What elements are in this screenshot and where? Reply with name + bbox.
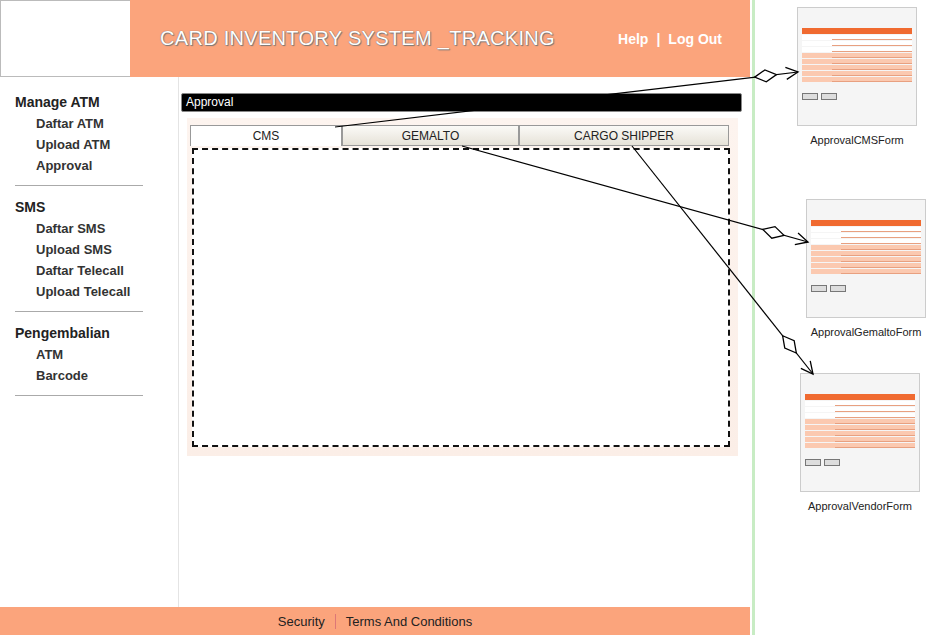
preview-header xyxy=(805,394,915,400)
association-arrow xyxy=(462,146,810,248)
preview-button xyxy=(802,93,818,100)
sidebar-item[interactable]: Upload Telecall xyxy=(15,281,143,302)
preview-row xyxy=(811,251,921,256)
tab[interactable]: CMS xyxy=(190,125,342,146)
form-preview xyxy=(806,199,926,318)
form-label: ApprovalGemaltoForm xyxy=(811,326,922,338)
preview-row xyxy=(802,71,912,76)
link-separator: | xyxy=(656,31,660,47)
sidebar-item[interactable]: Daftar SMS xyxy=(15,218,143,239)
preview-button xyxy=(824,459,840,466)
arrowhead-icon xyxy=(785,66,798,79)
preview-row xyxy=(802,77,912,82)
preview-row xyxy=(811,269,921,274)
sidebar-item[interactable]: Upload SMS xyxy=(15,239,143,260)
preview-row xyxy=(802,65,912,70)
main-content: Approval CMSGEMALTOCARGO SHIPPER xyxy=(179,77,750,607)
tab[interactable]: CARGO SHIPPER xyxy=(519,125,729,146)
form-preview xyxy=(797,7,917,126)
diamond-icon xyxy=(761,224,785,241)
header-links: Help | Log Out xyxy=(618,0,750,77)
preview-header xyxy=(802,28,912,34)
sidebar-item[interactable]: Barcode xyxy=(15,365,143,386)
form-label: ApprovalVendorForm xyxy=(808,500,912,512)
preview-row xyxy=(811,233,921,238)
header: CARD INVENTORY SYSTEM _TRACKINGHelp | Log … xyxy=(0,0,750,77)
arrows-overlay xyxy=(0,0,926,635)
preview-row xyxy=(811,263,921,268)
diamond-icon xyxy=(754,69,777,84)
tab-content xyxy=(192,148,730,447)
sidebar-item[interactable]: Daftar ATM xyxy=(15,113,143,134)
sidebar-item[interactable]: ATM xyxy=(15,344,143,365)
preview-row xyxy=(811,227,921,232)
preview-row xyxy=(811,257,921,262)
preview-row xyxy=(811,239,921,244)
sidebar: Manage ATMDaftar ATMUpload ATMApprovalSM… xyxy=(0,77,179,607)
preview-header xyxy=(811,220,921,226)
preview-row xyxy=(805,413,915,418)
sidebar-group: SMSDaftar SMSUpload SMSDaftar TelecallUp… xyxy=(15,186,143,312)
preview-buttons xyxy=(802,93,912,100)
arrowhead-icon xyxy=(795,233,810,248)
preview-button xyxy=(830,285,846,292)
footer-link[interactable]: Terms And Conditions xyxy=(335,614,482,629)
preview-row xyxy=(802,35,912,40)
form-thumbnail: ApprovalGemaltoForm xyxy=(801,199,926,338)
header-link[interactable]: Log Out xyxy=(668,31,722,47)
preview-row xyxy=(805,437,915,442)
preview-row xyxy=(805,425,915,430)
association-arrow xyxy=(335,66,799,127)
preview-row xyxy=(811,245,921,250)
sidebar-group-title: Pengembalian xyxy=(15,323,143,344)
tab[interactable]: GEMALTO xyxy=(342,125,519,146)
sidebar-item[interactable]: Approval xyxy=(15,155,143,176)
divider xyxy=(752,0,755,635)
sidebar-group: Manage ATMDaftar ATMUpload ATMApproval xyxy=(15,81,143,186)
page: CARD INVENTORY SYSTEM _TRACKINGHelp | Log … xyxy=(0,0,926,635)
sidebar-item[interactable]: Daftar Telecall xyxy=(15,260,143,281)
preview-row xyxy=(802,47,912,52)
footer: SecurityTerms And Conditions xyxy=(0,607,750,635)
preview-row xyxy=(802,41,912,46)
preview-buttons xyxy=(805,459,915,466)
sidebar-item[interactable]: Upload ATM xyxy=(15,134,143,155)
preview-row xyxy=(805,431,915,436)
preview-button xyxy=(811,285,827,292)
preview-row xyxy=(802,53,912,58)
form-preview xyxy=(800,373,920,492)
association-arrow xyxy=(632,146,818,378)
preview-row xyxy=(805,401,915,406)
form-label: ApprovalCMSForm xyxy=(810,134,904,146)
preview-button xyxy=(805,459,821,466)
panel-title: Approval xyxy=(181,93,742,112)
sidebar-group-title: Manage ATM xyxy=(15,92,143,113)
logo xyxy=(0,0,130,77)
tab-container: CMSGEMALTOCARGO SHIPPER xyxy=(187,118,738,456)
app-window: CARD INVENTORY SYSTEM _TRACKINGHelp | Log … xyxy=(0,0,750,635)
tab-bar: CMSGEMALTOCARGO SHIPPER xyxy=(190,125,734,146)
diamond-icon xyxy=(778,332,801,357)
preview-row xyxy=(805,443,915,448)
form-thumbnail: ApprovalCMSForm xyxy=(792,7,922,146)
preview-row xyxy=(802,59,912,64)
preview-row xyxy=(805,419,915,424)
preview-buttons xyxy=(811,285,921,292)
body: Manage ATMDaftar ATMUpload ATMApprovalSM… xyxy=(0,77,750,607)
sidebar-group-title: SMS xyxy=(15,197,143,218)
preview-row xyxy=(805,407,915,412)
footer-link[interactable]: Security xyxy=(268,614,335,629)
sidebar-group: PengembalianATMBarcode xyxy=(15,312,143,396)
arrowhead-icon xyxy=(801,361,818,378)
form-thumbnail: ApprovalVendorForm xyxy=(795,373,925,512)
app-title: CARD INVENTORY SYSTEM _TRACKING xyxy=(130,0,618,77)
preview-button xyxy=(821,93,837,100)
header-link[interactable]: Help xyxy=(618,31,648,47)
